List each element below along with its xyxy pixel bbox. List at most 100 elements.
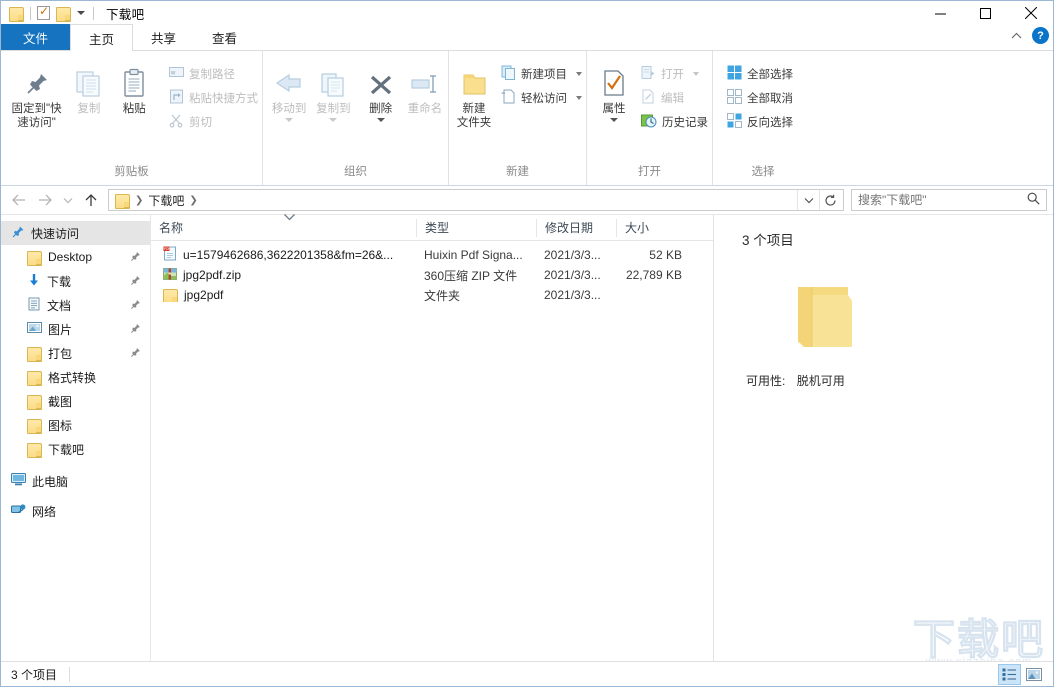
- sidebar-item-icons[interactable]: 图标: [1, 413, 150, 437]
- chevron-down-icon[interactable]: [376, 118, 385, 122]
- navigation-pane[interactable]: 快速访问 Desktop 下载 文档 图片 打包 格式转换 截图 图标 下载吧 …: [1, 215, 151, 671]
- sidebar-item-desktop[interactable]: Desktop: [1, 245, 150, 269]
- chevron-down-icon[interactable]: [576, 71, 582, 76]
- select-none-button[interactable]: 全部取消: [723, 87, 797, 108]
- sidebar-item-xiazaiba[interactable]: 下载吧: [1, 437, 150, 461]
- easy-access-button[interactable]: 轻松访问: [497, 87, 586, 108]
- cut-button[interactable]: 剪切: [165, 111, 262, 132]
- chevron-down-icon[interactable]: [329, 118, 338, 122]
- copy-path-label: 复制路径: [188, 68, 235, 81]
- tab-view[interactable]: 查看: [194, 24, 255, 50]
- new-item-label: 新建项目: [521, 68, 567, 81]
- table-row[interactable]: PDF u=1579462686,3622201358&fm=26&... Hu…: [151, 245, 713, 265]
- address-bar[interactable]: ❯ 下载吧 ❯: [108, 189, 844, 211]
- copy-button[interactable]: 复制: [66, 57, 111, 116]
- close-button[interactable]: [1008, 1, 1053, 25]
- chevron-down-icon[interactable]: [576, 95, 582, 100]
- new-folder-label-line2: 文件夹: [456, 117, 492, 129]
- help-icon[interactable]: ?: [1032, 27, 1049, 44]
- forward-button[interactable]: [33, 188, 57, 212]
- pin-icon[interactable]: [130, 251, 141, 265]
- table-row[interactable]: jpg2pdf.zip 360压缩 ZIP 文件 2021/3/3... 22,…: [151, 265, 713, 285]
- history-button[interactable]: 历史记录: [637, 111, 712, 132]
- details-view-icon[interactable]: [998, 663, 1021, 685]
- file-rows: PDF u=1579462686,3622201358&fm=26&... Hu…: [151, 241, 713, 305]
- folder-icon: [27, 418, 42, 434]
- chevron-down-icon[interactable]: [610, 118, 618, 122]
- large-icons-view-icon[interactable]: [1022, 664, 1045, 685]
- folder-icon[interactable]: [56, 6, 71, 22]
- rename-label: 重命名: [407, 103, 443, 115]
- column-header-type[interactable]: 类型: [416, 218, 536, 237]
- rename-button[interactable]: 重命名: [402, 57, 448, 116]
- move-to-button[interactable]: 移动到: [267, 57, 311, 122]
- invert-selection-button[interactable]: 反向选择: [723, 111, 797, 132]
- properties-icon[interactable]: [37, 4, 50, 20]
- table-row[interactable]: jpg2pdf 文件夹 2021/3/3...: [151, 285, 713, 305]
- file-name-cell[interactable]: jpg2pdf.zip: [151, 267, 416, 284]
- column-header-size[interactable]: 大小: [616, 218, 684, 237]
- explorer-window: 下载吧 文件 主页 共享 查看 ?: [0, 0, 1054, 687]
- network-icon: [11, 503, 26, 519]
- column-header-name[interactable]: 名称: [151, 213, 416, 237]
- copy-to-button[interactable]: 复制到: [311, 57, 355, 122]
- up-button[interactable]: [79, 188, 103, 212]
- tab-share[interactable]: 共享: [133, 24, 194, 50]
- file-list-pane[interactable]: 名称 类型 修改日期 大小 PDF u=1579462686,362220135…: [151, 213, 714, 671]
- sidebar-item-documents[interactable]: 文档: [1, 293, 150, 317]
- column-header-date[interactable]: 修改日期: [536, 218, 616, 237]
- file-type: 文件夹: [424, 288, 461, 303]
- pin-icon[interactable]: [130, 323, 141, 337]
- sidebar-item-pictures[interactable]: 图片: [1, 317, 150, 341]
- properties-button[interactable]: 属性: [593, 57, 635, 122]
- sidebar-item-network[interactable]: 网络: [1, 499, 150, 523]
- open-button[interactable]: 打开: [637, 63, 712, 84]
- new-folder-label-line1: 新建: [462, 103, 486, 115]
- breadcrumb-separator[interactable]: ❯: [186, 195, 200, 206]
- ribbon: 固定到"快 速访问" 复制 粘贴 w 复制路径 粘贴快捷方式 剪切 剪贴板 移动…: [1, 51, 1053, 186]
- maximize-button[interactable]: [963, 1, 1008, 25]
- file-name-cell[interactable]: PDF u=1579462686,3622201358&fm=26&...: [151, 246, 416, 264]
- copy-to-label: 复制到: [316, 103, 351, 115]
- sidebar-item-downloads[interactable]: 下载: [1, 269, 150, 293]
- sidebar-item-packaging[interactable]: 打包: [1, 341, 150, 365]
- pin-icon[interactable]: [130, 275, 141, 289]
- chevron-down-icon[interactable]: [77, 11, 85, 15]
- group-label-new: 新建: [506, 166, 529, 178]
- tab-file[interactable]: 文件: [1, 24, 71, 50]
- chevron-down-icon[interactable]: [693, 71, 699, 76]
- new-item-button[interactable]: 新建项目: [497, 63, 586, 84]
- pin-icon[interactable]: [130, 347, 141, 361]
- recent-locations-button[interactable]: [59, 188, 77, 212]
- tab-home[interactable]: 主页: [70, 24, 134, 51]
- folder-icon: [27, 370, 42, 386]
- edit-button[interactable]: 编辑: [637, 87, 712, 108]
- pin-icon[interactable]: [130, 299, 141, 313]
- file-name-cell[interactable]: jpg2pdf: [151, 288, 416, 302]
- paste-shortcut-button[interactable]: 粘贴快捷方式: [165, 87, 262, 108]
- refresh-icon[interactable]: [819, 190, 841, 210]
- pin-to-quick-access-button[interactable]: 固定到"快 速访问": [7, 57, 66, 130]
- delete-button[interactable]: 删除: [360, 57, 402, 122]
- paste-button[interactable]: 粘贴: [112, 57, 157, 116]
- sidebar-item-quick-access[interactable]: 快速访问: [1, 221, 150, 245]
- back-button[interactable]: [7, 188, 31, 212]
- search-input[interactable]: [858, 193, 1027, 207]
- ribbon-group-clipboard: 固定到"快 速访问" 复制 粘贴 w 复制路径 粘贴快捷方式 剪切 剪贴板: [1, 51, 263, 185]
- sidebar-item-this-pc[interactable]: 此电脑: [1, 469, 150, 493]
- minimize-button[interactable]: [918, 1, 963, 25]
- breadcrumb[interactable]: 下载吧: [146, 192, 186, 209]
- chevron-up-icon[interactable]: [1010, 30, 1022, 42]
- search-icon[interactable]: [1027, 192, 1040, 208]
- new-folder-button[interactable]: 新建 文件夹: [455, 57, 493, 130]
- select-all-button[interactable]: 全部选择: [723, 63, 797, 84]
- breadcrumb-root[interactable]: [113, 193, 132, 209]
- search-box[interactable]: [851, 189, 1047, 211]
- sidebar-item-format-conversion[interactable]: 格式转换: [1, 365, 150, 389]
- chevron-down-icon[interactable]: [285, 118, 294, 122]
- folder-icon[interactable]: [9, 6, 24, 22]
- sidebar-item-label: 截图: [48, 394, 73, 409]
- sidebar-item-screenshots[interactable]: 截图: [1, 389, 150, 413]
- copy-path-button[interactable]: w 复制路径: [165, 63, 262, 84]
- chevron-down-icon[interactable]: [797, 190, 819, 210]
